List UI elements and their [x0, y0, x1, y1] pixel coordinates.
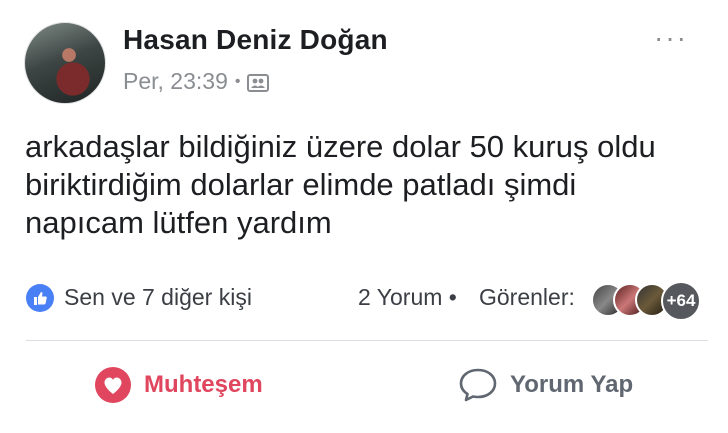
post-text-line: arkadaşlar bildiğiniz üzere dolar 50 kur… — [25, 129, 656, 164]
heart-icon — [94, 366, 132, 404]
comment-button[interactable]: Yorum Yap — [458, 362, 633, 408]
post-text: arkadaşlar bildiğiniz üzere dolar 50 kur… — [25, 128, 705, 242]
comments-count-link[interactable]: 2 Yorum • — [358, 284, 457, 311]
author-name[interactable]: Hasan Deniz Doğan — [123, 24, 388, 56]
comment-bubble-icon — [458, 367, 498, 403]
facebook-post: Hasan Deniz Doğan Per, 23:39 • ··· arkad… — [0, 0, 728, 433]
post-text-line: napıcam lütfen yardım — [25, 205, 332, 240]
likes-count-link[interactable]: Sen ve 7 diğer kişi — [64, 284, 252, 311]
divider — [26, 340, 708, 341]
stats-separator: • — [448, 284, 457, 310]
like-reaction-icon — [26, 284, 54, 312]
comment-label: Yorum Yap — [510, 371, 634, 398]
love-label: Muhteşem — [144, 371, 263, 398]
comments-count: 2 Yorum — [358, 284, 443, 310]
viewers-label: Görenler: — [479, 284, 575, 310]
viewers-more-count[interactable]: +64 — [661, 281, 701, 321]
love-reaction-button[interactable]: Muhteşem — [94, 362, 263, 408]
viewers-avatars[interactable]: +64 — [591, 280, 711, 321]
post-timestamp[interactable]: Per, 23:39 — [123, 68, 228, 95]
post-stats: Sen ve 7 diğer kişi 2 Yorum • Görenler: … — [26, 280, 711, 321]
privacy-icon[interactable] — [247, 72, 270, 92]
author-avatar[interactable] — [24, 22, 106, 104]
post-text-line: biriktirdiğim dolarlar elimde patladı şi… — [25, 167, 577, 202]
more-options-icon[interactable]: ··· — [654, 24, 688, 52]
post-meta: Per, 23:39 • — [123, 68, 270, 95]
meta-separator: • — [234, 72, 241, 90]
